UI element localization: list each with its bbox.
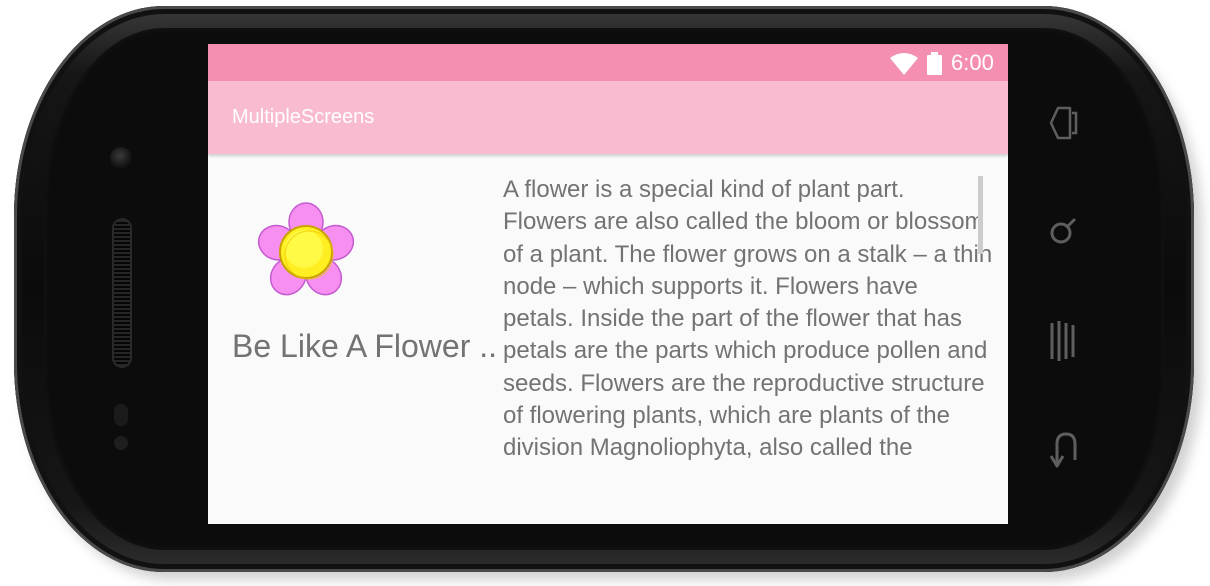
- search-icon[interactable]: [1040, 207, 1086, 257]
- wifi-icon: [890, 53, 918, 75]
- status-bar: 6:00: [208, 44, 1008, 81]
- battery-icon: [927, 52, 942, 75]
- home-icon[interactable]: [1040, 98, 1086, 148]
- device-screen: 6:00 MultipleScreens Be Like A Flower ..…: [208, 44, 1008, 524]
- flower-caption: Be Like A Flower ..: [232, 328, 498, 364]
- front-camera: [110, 147, 132, 169]
- device-nav-buttons: [1040, 90, 1090, 490]
- light-sensor: [114, 436, 128, 450]
- proximity-sensor: [114, 404, 128, 426]
- main-content: Be Like A Flower .. A flower is a specia…: [208, 156, 1008, 524]
- back-icon[interactable]: [1040, 425, 1086, 475]
- scrollbar[interactable]: [978, 176, 983, 254]
- app-bar: MultipleScreens: [208, 81, 1008, 154]
- status-time: 6:00: [951, 50, 994, 75]
- earpiece-speaker: [112, 218, 132, 368]
- flower-icon: [257, 202, 355, 296]
- flower-description[interactable]: A flower is a special kind of plant part…: [503, 174, 993, 497]
- menu-icon[interactable]: [1040, 316, 1086, 366]
- app-title: MultipleScreens: [232, 106, 375, 128]
